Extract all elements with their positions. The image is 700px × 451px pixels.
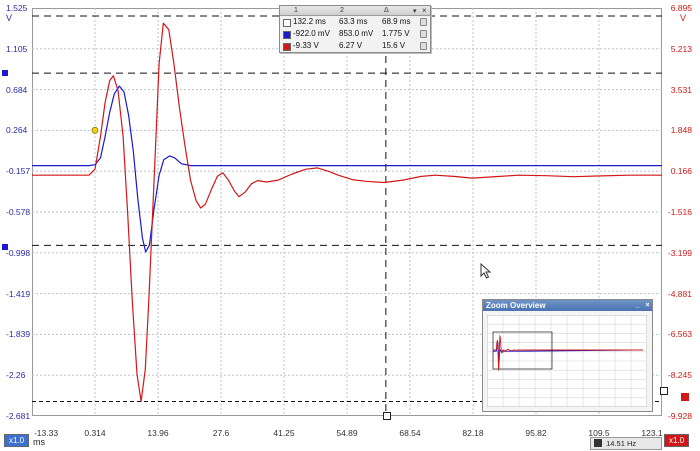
m-a-2: 853.0 mV [339,29,374,38]
x-tick-label: 54.89 [336,428,358,438]
m-a-delta: 1.775 V [382,29,410,38]
right-tick-label: 3.531 [670,84,692,95]
channel-a-marker-bottom[interactable] [2,244,8,250]
x-tick-label: 13.96 [147,428,169,438]
channel-a-scale-chip[interactable]: x1.0 [4,434,30,447]
measurements-header: 1 2 Δ ▾ × [280,6,430,16]
measurements-panel[interactable]: 1 2 Δ ▾ × 132.2 ms 63.3 ms 68.9 ms -922.… [279,5,431,53]
measurement-row: -922.0 mV 853.0 mV 1.775 V [280,28,430,40]
m-b-2: 6.27 V [339,41,363,50]
left-tick-label: -0.578 [6,207,31,217]
channel-a-swatch-icon [283,31,291,39]
m-time-2: 63.3 ms [339,17,368,26]
zoom-overview-title: Zoom Overview [486,301,546,310]
left-tick-label: -2.26 [6,370,26,381]
col-header-1: 1 [294,7,298,14]
x-tick-label: 41.25 [273,428,295,438]
left-tick-label: -0.157 [6,166,31,177]
m-b-1: -9.33 V [293,41,319,50]
time-swatch-icon [283,19,291,27]
left-tick-label: 1.105 [6,43,28,54]
right-tick-label: -3.199 [667,247,692,258]
x-tick-label: 27.6 [212,428,230,438]
right-tick-label: -4.881 [667,288,692,299]
frequency-readout: 14.51 Hz [606,439,637,448]
right-tick-label: -6.563 [667,329,692,340]
x-tick-label: 82.18 [462,428,484,438]
measurement-row: -9.33 V 6.27 V 15.6 V [280,40,430,52]
left-tick-label: -1.839 [6,329,31,340]
close-icon[interactable]: × [641,302,651,309]
lock-icon[interactable] [420,42,427,50]
x-tick-label: 68.54 [399,428,421,438]
right-tick-label: -8.245 [667,370,692,381]
left-tick-label: 1.525 [6,3,28,13]
right-axis-unit: V [680,13,687,23]
x-tick-label: 95.82 [525,428,547,438]
left-axis-unit: V [6,13,13,23]
lock-icon[interactable] [420,18,427,26]
trigger-marker [91,126,99,134]
channel-b-swatch-icon [283,43,291,51]
frequency-status: 14.51 Hz [590,437,662,450]
m-a-1: -922.0 mV [293,29,330,38]
x-axis-unit: ms [33,437,45,447]
right-tick-label: 0.166 [670,166,692,177]
left-tick-label: 0.264 [6,125,28,136]
scope-window: V V ms 1.525 1.105 0.684 0.264 -0.157 -0.578 -… [0,0,700,451]
m-b-delta: 15.6 V [382,41,406,50]
cursor-handle-right[interactable] [660,387,668,395]
channel-b-scale-chip[interactable]: x1.0 [664,434,690,447]
right-tick-label: 1.848 [670,125,692,136]
measurement-row: 132.2 ms 63.3 ms 68.9 ms [280,16,430,28]
m-time-1: 132.2 ms [293,17,326,26]
right-tick-label: 5.213 [670,43,692,54]
zoom-overview-titlebar: Zoom Overview _ × [483,300,652,311]
x-tick-label: 0.314 [84,428,106,438]
trigger-icon [594,439,602,447]
right-tick-label: -9.928 [667,411,692,421]
left-tick-label: 0.684 [6,84,28,95]
minimize-icon[interactable]: _ [631,302,641,309]
left-tick-label: -1.419 [6,288,31,299]
mouse-pointer-icon [480,263,492,279]
right-tick-label: -1.516 [667,207,692,217]
zoom-overview-plot[interactable] [487,315,647,407]
channel-a-marker-top[interactable] [2,70,8,76]
col-header-delta: Δ [384,7,389,14]
zoom-overview-panel[interactable]: Zoom Overview _ × [482,299,653,412]
left-tick-label: -0.998 [6,247,31,258]
lock-icon[interactable] [420,30,427,38]
left-tick-label: -2.681 [6,411,31,421]
x-tick-label: -13.33 [33,428,59,438]
measurements-close-icon[interactable]: × [422,6,427,15]
channel-b-marker[interactable] [681,393,689,401]
right-tick-label: 6.895 [670,3,692,13]
measurements-menu-icon[interactable]: ▾ [413,7,417,15]
m-time-delta: 68.9 ms [382,17,411,26]
cursor-handle-bottom[interactable] [383,412,391,420]
col-header-2: 2 [340,7,344,14]
